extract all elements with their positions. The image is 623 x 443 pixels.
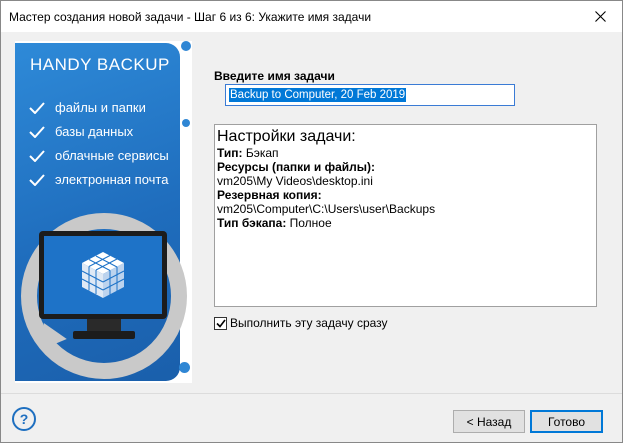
summary-backup-value: vm205\Computer\C:\Users\user\Backups — [217, 202, 436, 216]
feature-label: электронная почта — [55, 172, 169, 187]
feature-label: облачные сервисы — [55, 148, 169, 163]
check-icon — [29, 125, 45, 138]
task-name-value[interactable]: Backup to Computer, 20 Feb 2019 — [229, 88, 407, 102]
wizard-window: Мастер создания новой задачи - Шаг 6 из … — [0, 0, 623, 443]
finish-button[interactable]: Готово — [530, 410, 603, 433]
decor-dot — [179, 362, 190, 373]
summary-backup-type-row: Тип бэкапа: Полное — [217, 216, 594, 230]
feature-item: облачные сервисы — [29, 148, 169, 163]
help-button[interactable]: ? — [12, 407, 36, 431]
task-name-label: Введите имя задачи — [214, 69, 335, 83]
help-icon: ? — [19, 411, 29, 427]
feature-label: базы данных — [55, 124, 134, 139]
run-now-label[interactable]: Выполнить эту задачу сразу — [230, 316, 388, 330]
window-title: Мастер создания новой задачи - Шаг 6 из … — [9, 10, 372, 24]
brand-logo-text: HANDY BACKUP — [30, 55, 170, 74]
summary-backup-label-row: Резервная копия: — [217, 188, 594, 202]
close-button[interactable] — [578, 1, 622, 32]
back-button[interactable]: < Назад — [453, 410, 525, 433]
task-summary-box[interactable]: Настройки задачи: Тип: Бэкап Ресурсы (па… — [214, 124, 597, 307]
checkmark-icon — [215, 319, 226, 328]
run-now-checkbox[interactable] — [214, 316, 227, 330]
summary-backup-type-value: Полное — [286, 216, 332, 230]
check-icon — [29, 149, 45, 162]
summary-header: Настройки задачи: — [217, 128, 356, 145]
decor-dot — [182, 119, 190, 127]
run-now-option[interactable]: Выполнить эту задачу сразу — [214, 316, 388, 330]
summary-backup-type-label: Тип бэкапа: — [217, 216, 287, 230]
summary-backup-label: Резервная копия: — [217, 188, 322, 202]
feature-label: файлы и папки — [55, 100, 146, 115]
summary-type-value: Бэкап — [242, 146, 279, 160]
cube-icon — [81, 252, 125, 298]
summary-resources-label-row: Ресурсы (папки и файлы): — [217, 160, 594, 174]
decor-dot — [181, 41, 191, 51]
monitor-base — [73, 331, 135, 339]
check-icon — [29, 101, 45, 114]
check-icon — [29, 173, 45, 186]
summary-resources-value: vm205\My Videos\desktop.ini — [217, 174, 373, 188]
footer-divider — [1, 393, 622, 394]
product-banner: HANDY BACKUP файлы и папки базы данных о… — [15, 41, 192, 383]
monitor-stand — [87, 319, 121, 331]
close-icon — [594, 11, 606, 22]
title-bar: Мастер создания новой задачи - Шаг 6 из … — [1, 1, 622, 32]
summary-type-row: Тип: Бэкап — [217, 146, 594, 160]
feature-item: файлы и папки — [29, 100, 146, 115]
feature-item: электронная почта — [29, 172, 168, 187]
summary-resources-label: Ресурсы (папки и файлы): — [217, 160, 376, 174]
feature-item: базы данных — [29, 124, 133, 139]
task-name-input[interactable]: Backup to Computer, 20 Feb 2019 — [225, 84, 515, 106]
summary-type-label: Тип: — [217, 146, 243, 160]
monitor-graphic — [39, 231, 167, 319]
